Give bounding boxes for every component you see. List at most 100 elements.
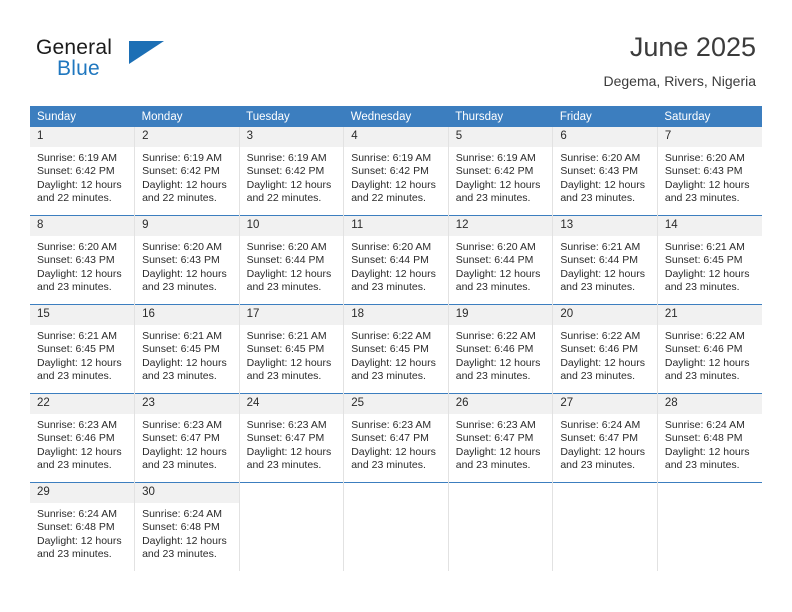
day-details: Sunrise: 6:24 AM Sunset: 6:47 PM Daylight:… xyxy=(553,414,657,473)
day-details: Sunrise: 6:21 AM Sunset: 6:45 PM Daylight:… xyxy=(30,325,134,384)
calendar-day-cell[interactable]: 17 Sunrise: 6:21 AM Sunset: 6:45 PM Dayligh… xyxy=(238,304,345,394)
calendar-day-cell[interactable]: 9 Sunrise: 6:20 AM Sunset: 6:43 PM Daylight… xyxy=(134,215,240,305)
day-number: 19 xyxy=(448,305,553,325)
day-details: Sunrise: 6:22 AM Sunset: 6:46 PM Daylight:… xyxy=(658,325,762,384)
calendar-day-cell[interactable]: 3 Sunrise: 6:19 AM Sunset: 6:42 PM Daylight… xyxy=(238,127,345,216)
calendar-day-cell[interactable]: 22 Sunrise: 6:23 AM Sunset: 6:46 PM Dayligh… xyxy=(30,393,136,483)
calendar-day-cell[interactable]: 13 Sunrise: 6:21 AM Sunset: 6:44 PM Dayligh… xyxy=(552,215,658,305)
day-number: 15 xyxy=(30,305,135,325)
sunset-time: Sunset: 6:47 PM xyxy=(455,432,534,445)
day-number: 5 xyxy=(448,127,553,147)
sunset-time: Sunset: 6:42 PM xyxy=(246,165,325,178)
calendar-day-cell[interactable]: 7 Sunrise: 6:20 AM Sunset: 6:43 PM Daylight… xyxy=(656,127,762,216)
calendar-day-cell[interactable]: 4 Sunrise: 6:19 AM Sunset: 6:42 PM Daylight… xyxy=(343,127,449,216)
calendar-day-cell[interactable]: 20 Sunrise: 6:22 AM Sunset: 6:46 PM Dayligh… xyxy=(552,304,658,394)
sunset-time: Sunset: 6:42 PM xyxy=(351,165,429,178)
daylight-duration-line2: and 23 minutes. xyxy=(37,459,112,472)
calendar-week-row: 8 Sunrise: 6:20 AM Sunset: 6:43 PM Daylight… xyxy=(30,215,762,305)
sunset-time: Sunset: 6:45 PM xyxy=(351,343,429,356)
daylight-duration-line1: Daylight: 12 hours xyxy=(37,445,122,458)
sunset-time: Sunset: 6:43 PM xyxy=(37,254,115,267)
sunrise-time: Sunrise: 6:20 AM xyxy=(246,241,327,253)
calendar-day-cell[interactable]: 26 Sunrise: 6:23 AM Sunset: 6:47 PM Dayligh… xyxy=(447,393,554,483)
daylight-duration-line1: Daylight: 12 hours xyxy=(142,445,227,458)
calendar-week-row: 15 Sunrise: 6:21 AM Sunset: 6:45 PM Dayligh… xyxy=(30,304,762,394)
daylight-duration-line2: and 23 minutes. xyxy=(664,192,740,205)
sunset-time: Sunset: 6:44 PM xyxy=(351,254,429,267)
daylight-duration-line2: and 22 minutes. xyxy=(37,192,112,205)
sunset-time: Sunset: 6:46 PM xyxy=(560,343,638,356)
day-details: Sunrise: 6:19 AM Sunset: 6:42 PM Daylight:… xyxy=(449,147,553,206)
weekday-header-monday: Monday xyxy=(134,106,240,127)
page-title: June 2025 xyxy=(629,32,756,62)
calendar-day-cell[interactable]: 15 Sunrise: 6:21 AM Sunset: 6:45 PM Dayligh… xyxy=(30,304,136,394)
calendar-day-cell[interactable]: 5 Sunrise: 6:19 AM Sunset: 6:42 PM Daylight… xyxy=(447,127,554,216)
calendar-day-cell[interactable]: 27 Sunrise: 6:24 AM Sunset: 6:47 PM Dayligh… xyxy=(552,393,658,483)
day-number: 29 xyxy=(30,483,135,503)
sunrise-time: Sunrise: 6:22 AM xyxy=(455,330,536,342)
day-number: 4 xyxy=(344,127,448,147)
day-details: Sunrise: 6:20 AM Sunset: 6:43 PM Daylight:… xyxy=(135,236,239,295)
daylight-duration-line2: and 22 minutes. xyxy=(351,192,426,205)
daylight-duration-line1: Daylight: 12 hours xyxy=(37,534,122,547)
calendar-day-cell-empty xyxy=(447,482,554,571)
daylight-duration-line2: and 23 minutes. xyxy=(664,459,740,472)
sunrise-time: Sunrise: 6:23 AM xyxy=(142,419,223,431)
calendar-day-cell[interactable]: 21 Sunrise: 6:22 AM Sunset: 6:46 PM Dayligh… xyxy=(656,304,762,394)
sunset-time: Sunset: 6:45 PM xyxy=(37,343,115,356)
sunset-time: Sunset: 6:45 PM xyxy=(246,343,325,356)
calendar-day-cell[interactable]: 18 Sunrise: 6:22 AM Sunset: 6:45 PM Dayligh… xyxy=(343,304,449,394)
daylight-duration-line1: Daylight: 12 hours xyxy=(455,445,541,458)
daylight-duration-line2: and 23 minutes. xyxy=(142,281,217,294)
sunset-time: Sunset: 6:47 PM xyxy=(246,432,325,445)
daylight-duration-line1: Daylight: 12 hours xyxy=(455,267,541,280)
sunrise-time: Sunrise: 6:19 AM xyxy=(455,152,536,164)
daylight-duration-line2: and 23 minutes. xyxy=(351,281,426,294)
sunrise-time: Sunrise: 6:20 AM xyxy=(455,241,536,253)
day-details: Sunrise: 6:20 AM Sunset: 6:44 PM Daylight:… xyxy=(449,236,553,295)
sunrise-time: Sunrise: 6:20 AM xyxy=(142,241,223,253)
day-details: Sunrise: 6:23 AM Sunset: 6:47 PM Daylight:… xyxy=(344,414,448,473)
day-number: 20 xyxy=(553,305,657,325)
calendar-day-cell[interactable]: 14 Sunrise: 6:21 AM Sunset: 6:45 PM Dayligh… xyxy=(656,215,762,305)
calendar-day-cell[interactable]: 16 Sunrise: 6:21 AM Sunset: 6:45 PM Dayligh… xyxy=(134,304,240,394)
calendar-day-cell-empty xyxy=(343,482,449,571)
calendar-day-cell[interactable]: 8 Sunrise: 6:20 AM Sunset: 6:43 PM Daylight… xyxy=(30,215,136,305)
calendar-day-cell[interactable]: 2 Sunrise: 6:19 AM Sunset: 6:42 PM Daylight… xyxy=(134,127,240,216)
daylight-duration-line1: Daylight: 12 hours xyxy=(664,445,750,458)
sunrise-time: Sunrise: 6:19 AM xyxy=(37,152,117,164)
calendar-day-cell[interactable]: 30 Sunrise: 6:24 AM Sunset: 6:48 PM Dayligh… xyxy=(134,482,240,571)
sunrise-time: Sunrise: 6:24 AM xyxy=(664,419,745,431)
brand-logo[interactable]: General Blue xyxy=(36,36,216,88)
calendar-day-cell[interactable]: 1 Sunrise: 6:19 AM Sunset: 6:42 PM Daylight… xyxy=(30,127,136,216)
sunset-time: Sunset: 6:42 PM xyxy=(455,165,534,178)
calendar-day-cell[interactable]: 25 Sunrise: 6:23 AM Sunset: 6:47 PM Dayligh… xyxy=(343,393,449,483)
calendar-day-cell[interactable]: 29 Sunrise: 6:24 AM Sunset: 6:48 PM Dayligh… xyxy=(30,482,136,571)
daylight-duration-line1: Daylight: 12 hours xyxy=(560,178,645,191)
day-details: Sunrise: 6:21 AM Sunset: 6:45 PM Daylight:… xyxy=(135,325,239,384)
day-details: Sunrise: 6:19 AM Sunset: 6:42 PM Daylight:… xyxy=(30,147,134,206)
calendar-day-cell[interactable]: 10 Sunrise: 6:20 AM Sunset: 6:44 PM Dayligh… xyxy=(238,215,345,305)
daylight-duration-line1: Daylight: 12 hours xyxy=(37,267,122,280)
daylight-duration-line2: and 23 minutes. xyxy=(560,281,636,294)
daylight-duration-line1: Daylight: 12 hours xyxy=(246,267,332,280)
sunset-time: Sunset: 6:48 PM xyxy=(37,521,115,534)
daylight-duration-line1: Daylight: 12 hours xyxy=(246,178,332,191)
daylight-duration-line2: and 23 minutes. xyxy=(560,192,636,205)
calendar-day-cell[interactable]: 6 Sunrise: 6:20 AM Sunset: 6:43 PM Daylight… xyxy=(552,127,658,216)
calendar-day-cell[interactable]: 24 Sunrise: 6:23 AM Sunset: 6:47 PM Dayligh… xyxy=(238,393,345,483)
daylight-duration-line1: Daylight: 12 hours xyxy=(351,445,436,458)
weekday-header-wednesday: Wednesday xyxy=(343,106,449,127)
day-details: Sunrise: 6:20 AM Sunset: 6:44 PM Daylight:… xyxy=(344,236,448,295)
calendar-day-cell[interactable]: 19 Sunrise: 6:22 AM Sunset: 6:46 PM Dayligh… xyxy=(447,304,554,394)
daylight-duration-line2: and 23 minutes. xyxy=(142,548,217,561)
calendar-day-cell[interactable]: 28 Sunrise: 6:24 AM Sunset: 6:48 PM Dayligh… xyxy=(656,393,762,483)
page-subtitle: Degema, Rivers, Nigeria xyxy=(603,73,757,89)
sunrise-time: Sunrise: 6:23 AM xyxy=(37,419,117,431)
calendar-day-cell[interactable]: 12 Sunrise: 6:20 AM Sunset: 6:44 PM Dayligh… xyxy=(447,215,554,305)
calendar-day-cell[interactable]: 23 Sunrise: 6:23 AM Sunset: 6:47 PM Dayligh… xyxy=(134,393,240,483)
sunset-time: Sunset: 6:48 PM xyxy=(142,521,220,534)
calendar-header-row: Sunday Monday Tuesday Wednesday Thursday… xyxy=(30,106,762,127)
daylight-duration-line2: and 23 minutes. xyxy=(37,281,112,294)
calendar-day-cell[interactable]: 11 Sunrise: 6:20 AM Sunset: 6:44 PM Dayligh… xyxy=(343,215,449,305)
